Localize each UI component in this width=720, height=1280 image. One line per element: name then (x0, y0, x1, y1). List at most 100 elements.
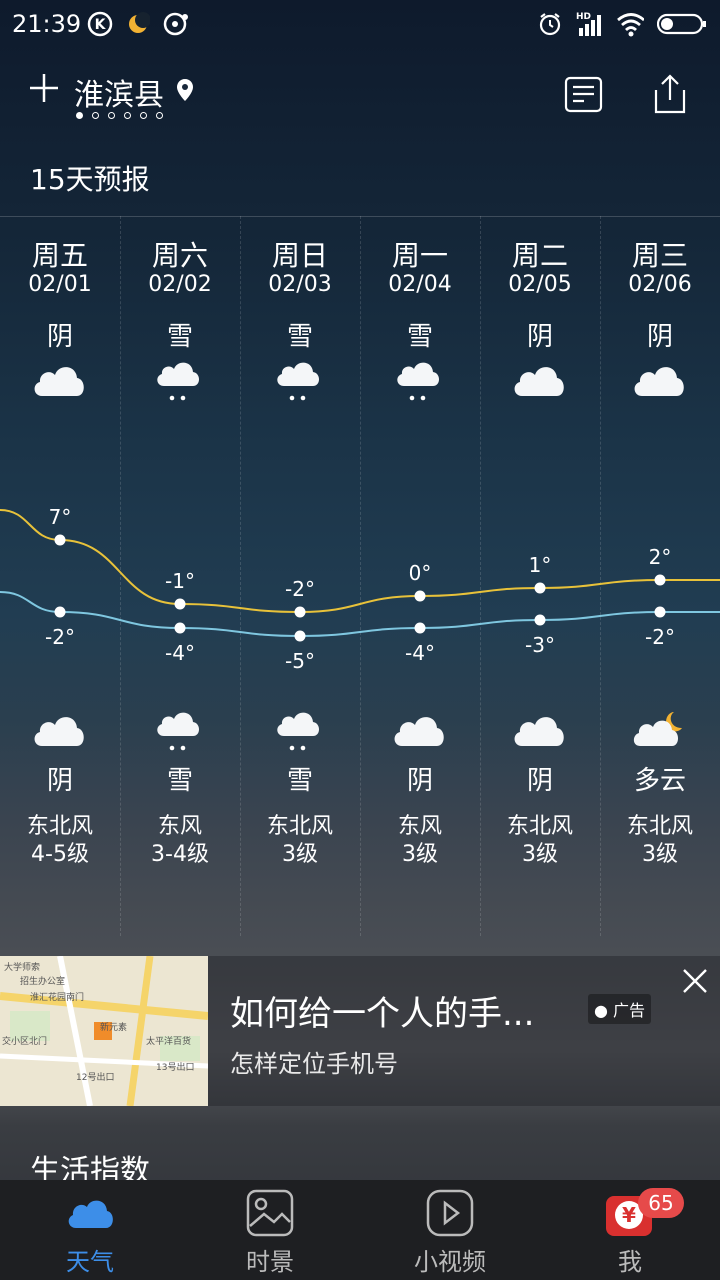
low-temp-line (0, 591, 720, 638)
day-condition: 雪 (406, 322, 433, 352)
day-weather-icon (150, 354, 210, 406)
high-temp-label: 2° (649, 545, 672, 569)
svg-text:¥: ¥ (622, 1203, 636, 1227)
high-temp-label: -1° (165, 569, 195, 593)
night-weather-icon (630, 704, 690, 756)
high-temp-label: 0° (409, 561, 432, 585)
add-city-button[interactable] (26, 70, 62, 106)
city-name[interactable]: 淮滨县 (74, 70, 164, 114)
night-weather-icon (510, 704, 570, 756)
date: 02/04 (388, 272, 452, 297)
low-temp-label: -4° (405, 641, 435, 665)
map-label: 太平洋百货 (146, 1035, 191, 1047)
night-condition: 阴 (526, 766, 553, 796)
svg-text:K: K (95, 17, 107, 33)
high-temp-label: 7° (49, 505, 72, 529)
battery-icon (656, 10, 708, 38)
night-condition: 阴 (46, 766, 73, 796)
cloudy-icon (634, 367, 684, 396)
cloud-icon (68, 1200, 113, 1228)
low-temp-label: -5° (285, 649, 315, 673)
location-pin-icon (176, 78, 194, 106)
forecast-title: 15天预报 (30, 163, 150, 196)
nav-label: 时景 (246, 1248, 294, 1276)
day-weather-icon (510, 354, 570, 406)
temperature-chart: 7° -1° -2° 0° 1° 2° -2° -4° -5° -4° -3° -2° (0, 505, 720, 673)
news-list-button[interactable] (564, 76, 604, 118)
high-temp-line (0, 509, 720, 614)
wind-level: 4-5级 (31, 842, 89, 867)
low-temp-label: -2° (645, 625, 675, 649)
cloudy-icon (394, 717, 444, 746)
wind-level: 3级 (522, 842, 558, 867)
low-temp-label: -3° (525, 633, 555, 657)
low-temp-point (294, 630, 306, 642)
map-label: 13号出口 (156, 1061, 194, 1073)
map-label: 大学师索 (4, 961, 40, 973)
high-temp-point (54, 534, 66, 546)
nav-tab-scenery[interactable]: 时景 (180, 1180, 360, 1280)
night-weather-icon (150, 704, 210, 756)
high-temp-point (534, 582, 546, 594)
music-disc-icon (162, 10, 190, 38)
status-left-icons: K (86, 10, 190, 38)
date: 02/06 (628, 272, 692, 297)
weekday: 周二 (511, 239, 568, 272)
close-icon (683, 969, 707, 993)
day-weather-icon (270, 354, 330, 406)
bottom-nav: 天气 时景 小视频 ¥ 65 我 (0, 1180, 720, 1280)
high-temp-point (654, 574, 666, 586)
share-button[interactable] (650, 72, 690, 120)
nav-tab-short-video[interactable]: 小视频 (360, 1180, 540, 1280)
image-icon (246, 1189, 294, 1237)
k-app-icon: K (86, 10, 114, 38)
wind-level: 3-4级 (151, 842, 209, 867)
day-condition: 阴 (646, 322, 673, 352)
wind-level: 3级 (642, 842, 678, 867)
ad-badge: ● 广告 (588, 994, 652, 1024)
page-dot (124, 112, 131, 119)
night-weather-icon (270, 704, 330, 756)
partly-cloudy-night-icon (633, 712, 682, 746)
page-dot (76, 112, 83, 119)
snow-icon (277, 712, 319, 751)
plus-icon (30, 74, 58, 102)
share-icon (654, 74, 686, 114)
wind-level: 3级 (282, 842, 318, 867)
page-dot (108, 112, 115, 119)
weekday: 周三 (631, 239, 688, 272)
nav-tab-me[interactable]: ¥ 65 我 (540, 1180, 720, 1280)
cloudy-icon (34, 367, 84, 396)
high-temp-point (294, 606, 306, 618)
snow-icon (157, 362, 199, 401)
ad-close-button[interactable] (680, 966, 710, 996)
weekday: 周五 (31, 239, 88, 272)
hd-label: HD (576, 12, 591, 22)
night-weather-icon (390, 704, 450, 756)
wind-level: 3级 (402, 842, 438, 867)
nav-tab-weather[interactable]: 天气 (0, 1180, 180, 1280)
date: 02/02 (148, 272, 212, 297)
status-time: 21:39 (12, 10, 82, 38)
night-condition: 多云 (633, 766, 686, 796)
nav-label: 天气 (66, 1248, 114, 1276)
high-temp-label: -2° (285, 577, 315, 601)
night-weather-icon (30, 704, 90, 756)
ad-title[interactable]: 如何给一个人的手... (230, 986, 534, 1035)
snow-icon (157, 712, 199, 751)
date: 02/01 (28, 272, 92, 297)
ad-subtitle[interactable]: 怎样定位手机号 (230, 1044, 398, 1079)
city-page-indicator (76, 112, 163, 119)
low-temp-point (534, 614, 546, 626)
signal-icon: HD (576, 10, 604, 38)
day-condition: 阴 (46, 322, 73, 352)
map-label: 新元素 (100, 1021, 127, 1033)
map-label: 12号出口 (76, 1071, 114, 1083)
cloudy-icon (34, 717, 84, 746)
play-icon (426, 1189, 474, 1237)
low-temp-label: -2° (45, 625, 75, 649)
weekday: 周一 (391, 239, 448, 272)
page-dot (92, 112, 99, 119)
night-condition: 阴 (406, 766, 433, 796)
ad-map-thumbnail[interactable]: 大学师索 招生办公室 淮汇花园南门 新元素 太平洋百货 交小区北门 13号出口 … (0, 956, 208, 1106)
